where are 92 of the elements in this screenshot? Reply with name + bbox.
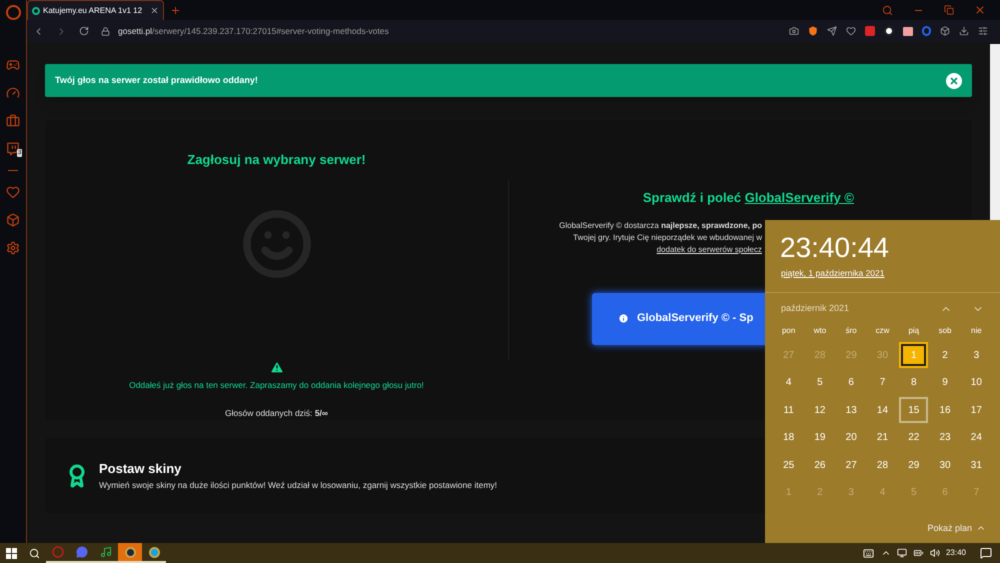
calendar-day[interactable]: 13 — [836, 397, 866, 423]
calendar-day[interactable]: 4 — [774, 370, 804, 396]
weekday-label: wto — [812, 325, 828, 338]
battery-icon[interactable] — [912, 548, 924, 558]
cube-icon[interactable] — [6, 213, 20, 227]
addon-link[interactable]: dodatek do serwerów społecz — [656, 244, 762, 256]
close-icon[interactable] — [150, 6, 159, 15]
gauge-icon[interactable] — [6, 86, 20, 100]
weekday-label: śro — [844, 325, 858, 338]
keyboard-icon[interactable] — [862, 548, 875, 558]
date-link[interactable]: piątek, 1 października 2021 — [781, 267, 884, 280]
start-button[interactable] — [6, 548, 17, 558]
calendar-day[interactable]: 27 — [836, 452, 866, 478]
gamepad-icon[interactable] — [6, 58, 20, 72]
heart-icon[interactable] — [6, 185, 20, 199]
skins-description: Wymień swoje skiny na duże ilości punktów! Weź udział w losowaniu, zgarnij wszystkie postawione itemy! — [99, 478, 498, 492]
promo-text: GlobalServerify © dostarcza najlepsze, sprawdzone, po — [559, 220, 762, 232]
browser-icon — [52, 546, 64, 558]
launcher-icon — [148, 546, 160, 558]
tab-title: Katujemy.eu ARENA 1v1 12 — [43, 4, 142, 16]
weekday-label: pią — [907, 325, 920, 338]
calendar-day[interactable]: 5 — [805, 370, 834, 396]
warning-icon — [268, 360, 284, 374]
calendar-day[interactable]: 22 — [899, 424, 928, 450]
weekday-label: sob — [938, 325, 953, 338]
lock-icon — [101, 26, 110, 36]
send-icon[interactable] — [827, 26, 837, 36]
chat-bubble-icon[interactable] — [6, 142, 20, 156]
settings-sliders-icon[interactable] — [978, 26, 988, 36]
volume-icon[interactable] — [930, 548, 940, 558]
weekday-label: pon — [780, 325, 796, 338]
calendar-day[interactable]: 2 — [930, 342, 960, 368]
download-icon[interactable] — [959, 26, 969, 36]
toast-message: Twój głos na serwer został prawidłowo oddany! — [55, 74, 258, 87]
vote-heading: Zagłosuj na wybrany serwer! — [187, 151, 366, 169]
promo-heading: Sprawdź i poleć GlobalServerify © — [642, 189, 854, 207]
calendar-day[interactable]: 23 — [930, 424, 960, 450]
calendar-day[interactable]: 3 — [962, 342, 991, 368]
calendar-day[interactable]: 15 — [899, 397, 928, 423]
calendar-day[interactable]: 16 — [930, 397, 960, 423]
calendar-day[interactable]: 11 — [774, 397, 804, 423]
calendar-day[interactable]: 24 — [962, 424, 991, 450]
address-field[interactable]: gosetti.pl/serwery/145.239.237.170:27015#server-voting-methods-votes — [118, 24, 389, 38]
reload-icon[interactable] — [79, 26, 89, 36]
calendar-day[interactable]: 17 — [962, 397, 991, 423]
browser-tab[interactable]: Katujemy.eu ARENA 1v1 12 — [27, 0, 164, 20]
new-tab-icon[interactable] — [170, 4, 181, 16]
info-icon — [618, 313, 629, 324]
game-icon — [124, 546, 136, 558]
weekday-label: nie — [970, 325, 983, 338]
show-agenda-link[interactable]: Pokaż plan — [927, 522, 972, 535]
skins-title: Postaw skiny — [99, 460, 182, 478]
calendar-day[interactable]: 14 — [868, 397, 897, 423]
taskbar-app[interactable] — [118, 543, 142, 563]
calendar-day[interactable]: 20 — [836, 424, 866, 450]
chat-icon — [76, 546, 88, 558]
briefcase-icon[interactable] — [6, 114, 20, 128]
calendar-day[interactable]: 8 — [899, 370, 928, 396]
notification-icon[interactable] — [980, 547, 992, 559]
calendar-day[interactable]: 31 — [962, 452, 991, 478]
clock-time: 23:40:44 — [780, 232, 890, 264]
calendar-day[interactable]: 28 — [868, 452, 897, 478]
restore-icon[interactable] — [944, 5, 954, 15]
browser-logo-icon[interactable] — [6, 5, 20, 20]
calendar-day[interactable]: 6 — [836, 370, 866, 396]
network-icon[interactable] — [896, 548, 907, 558]
vote-status-message: Oddałeś już głos na ten serwer. Zapraszamy do oddania kolejnego głosu jutro! — [129, 378, 424, 392]
vote-count: Głosów oddanych dziś: 5/∞ — [225, 407, 328, 420]
weekday-label: czw — [874, 325, 890, 338]
scrollbar[interactable] — [990, 44, 1000, 220]
shield-icon[interactable] — [808, 26, 818, 36]
heart-icon[interactable] — [846, 26, 856, 36]
calendar-day[interactable]: 21 — [868, 424, 897, 450]
month-label: październik 2021 — [781, 302, 850, 315]
calendar-day[interactable]: 29 — [899, 452, 928, 478]
camera-icon[interactable] — [789, 26, 799, 36]
calendar-day[interactable]: 18 — [774, 424, 804, 450]
calendar-day[interactable]: 7 — [868, 370, 897, 396]
calendar-day[interactable]: 10 — [962, 370, 991, 396]
site-icon — [32, 6, 40, 14]
calendar-day[interactable]: 30 — [930, 452, 960, 478]
calendar-day[interactable]: 19 — [805, 424, 834, 450]
calendar-day[interactable]: 26 — [805, 452, 834, 478]
cube-icon[interactable] — [940, 26, 950, 36]
promo-text: Twojej gry. Irytuje Cię nieporządek we wbudowanej w — [573, 232, 762, 244]
calendar-day[interactable]: 25 — [774, 452, 804, 478]
calendar-day[interactable]: 12 — [805, 397, 834, 423]
taskbar-clock[interactable]: 23:40 — [946, 547, 966, 559]
settings-icon[interactable] — [6, 241, 20, 255]
calendar-day[interactable]: 9 — [930, 370, 960, 396]
promo-link[interactable]: GlobalServerify © — [744, 190, 854, 205]
music-icon — [100, 546, 112, 558]
